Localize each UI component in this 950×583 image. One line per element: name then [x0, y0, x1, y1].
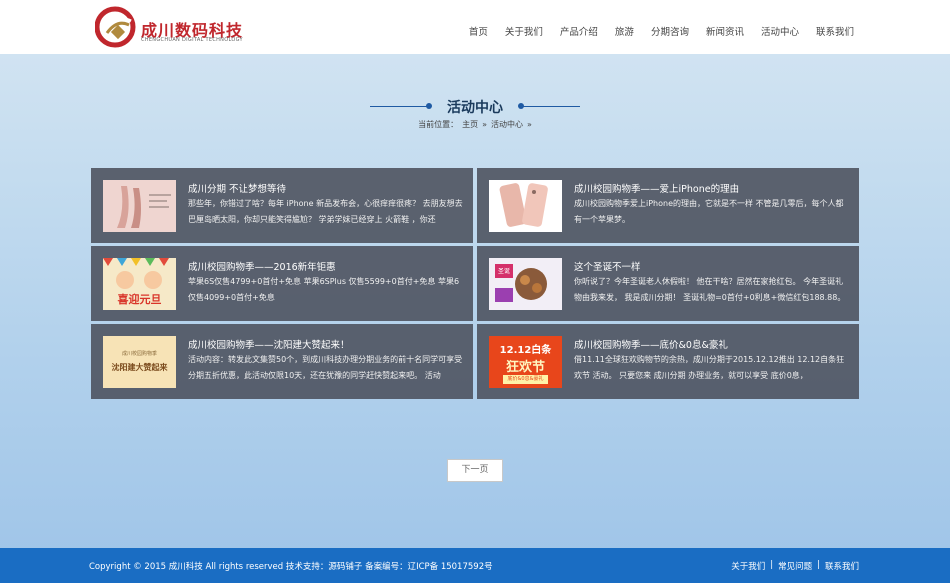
- heading-line-right: [522, 106, 580, 107]
- main-nav: 首页 关于我们 产品介绍 旅游 分期咨询 新闻资讯 活动中心 联系我们: [469, 24, 854, 38]
- thumb-top-caption: 12.12白条: [499, 345, 552, 356]
- site-footer: Copyright © 2015 成川科技 All rights reserve…: [0, 548, 950, 583]
- ballet-shoes-image[interactable]: [103, 180, 176, 232]
- event-summary: 成川校园购物季爱上iPhone的理由，它就是不一样 不管是几零后，每个人都有一个…: [574, 199, 844, 224]
- thumb-caption: 狂欢节: [505, 360, 545, 375]
- iphone-icon: [489, 180, 562, 232]
- double-twelve-image[interactable]: 12.12白条 狂欢节 底价&0息&豪礼: [489, 336, 562, 388]
- heading-dot-left-icon: [426, 103, 432, 109]
- footer-separator: |: [770, 560, 774, 570]
- breadcrumb-separator: »: [527, 120, 532, 129]
- event-title[interactable]: 成川分期 不让梦想等待: [188, 181, 463, 195]
- christmas-image[interactable]: 圣诞: [489, 258, 562, 310]
- copyright-text: Copyright © 2015 成川科技 All rights reserve…: [89, 562, 493, 572]
- nav-item-about[interactable]: 关于我们: [505, 24, 543, 38]
- event-list: 成川分期 不让梦想等待 那些年，你错过了啥？每年 iPhone 新品发布会，心很…: [91, 168, 859, 400]
- section-heading: 活动中心: [370, 95, 580, 119]
- event-summary: 借11.11全球狂欢购物节的余热，成川分期于2015.12.12推出 12.12…: [574, 355, 845, 380]
- breadcrumb-current-link[interactable]: 活动中心: [491, 120, 523, 129]
- event-card[interactable]: 成川分期 不让梦想等待 那些年，你错过了啥？每年 iPhone 新品发布会，心很…: [91, 168, 473, 243]
- nav-item-products[interactable]: 产品介绍: [560, 24, 598, 38]
- thumb-caption: 沈阳建大赞起来: [111, 363, 168, 372]
- nav-item-news[interactable]: 新闻资讯: [706, 24, 744, 38]
- event-card[interactable]: 成川校园购物季——爱上iPhone的理由 成川校园购物季爱上iPhone的理由，…: [477, 168, 859, 243]
- heading-line-left: [370, 106, 428, 107]
- brand-name-en: CHENGCHUAN DIGITAL TECHNOLOGY: [141, 37, 243, 43]
- event-summary: 活动内容：转发此文集赞50个，到成川科技办理分期业务的前十名同学可享受分期五折优…: [188, 355, 463, 380]
- nav-item-contact[interactable]: 联系我们: [816, 24, 854, 38]
- nav-item-travel[interactable]: 旅游: [615, 24, 634, 38]
- footer-links: 关于我们 | 常见问题 | 联系我们: [731, 560, 859, 572]
- thumb-caption: 圣诞: [497, 268, 510, 275]
- site-header: 成川数码科技 CHENGCHUAN DIGITAL TECHNOLOGY 首页 …: [0, 0, 950, 54]
- event-title[interactable]: 这个圣诞不一样: [574, 259, 849, 273]
- next-page-button[interactable]: 下一页: [447, 459, 503, 482]
- shenyang-jianda-image[interactable]: 成川校园购物季 沈阳建大赞起来: [103, 336, 176, 388]
- breadcrumb-home-link[interactable]: 主页: [462, 120, 478, 129]
- thumb-bottom-caption: 底价&0息&豪礼: [503, 375, 548, 384]
- nav-item-installment[interactable]: 分期咨询: [651, 24, 689, 38]
- event-title[interactable]: 成川校园购物季——爱上iPhone的理由: [574, 181, 849, 195]
- event-card[interactable]: 12.12白条 狂欢节 底价&0息&豪礼 成川校园购物季——底价&0息&豪礼 借…: [477, 324, 859, 399]
- thumb-top-caption: 成川校园购物季: [121, 351, 157, 357]
- event-summary: 那些年，你错过了啥？每年 iPhone 新品发布会，心很痒痒很疼？ 去朋友想去 …: [188, 199, 463, 224]
- event-title[interactable]: 成川校园购物季——2016新年钜惠: [188, 259, 463, 273]
- event-title[interactable]: 成川校园购物季——沈阳建大赞起来！: [188, 337, 463, 351]
- breadcrumb-separator: »: [482, 120, 487, 129]
- footer-link-about[interactable]: 关于我们: [731, 560, 765, 572]
- iphone-image[interactable]: [489, 180, 562, 232]
- nav-item-events[interactable]: 活动中心: [761, 24, 799, 38]
- page-title: 活动中心: [447, 100, 503, 116]
- footer-link-faq[interactable]: 常见问题: [778, 560, 812, 572]
- breadcrumb-prefix: 当前位置：: [418, 120, 459, 129]
- footer-link-contact[interactable]: 联系我们: [825, 560, 859, 572]
- event-card[interactable]: 成川校园购物季 沈阳建大赞起来 成川校园购物季——沈阳建大赞起来！ 活动内容：转…: [91, 324, 473, 399]
- breadcrumb: 当前位置： 主页 » 活动中心 »: [0, 119, 950, 130]
- event-card[interactable]: 喜迎元旦 成川校园购物季——2016新年钜惠 苹果6S仅售4799+0首付+免息…: [91, 246, 473, 321]
- logo-mark-icon: [95, 6, 136, 48]
- nav-item-home[interactable]: 首页: [469, 24, 488, 38]
- event-card[interactable]: 圣诞 这个圣诞不一样 你听说了？今年圣诞老人休假啦！ 他在干啥？居然在家抢红包。…: [477, 246, 859, 321]
- event-title[interactable]: 成川校园购物季——底价&0息&豪礼: [574, 337, 849, 351]
- footer-separator: |: [817, 560, 820, 570]
- event-summary: 苹果6S仅售4799+0首付+免息 苹果6SPlus 仅售5599+0首付+免息…: [188, 277, 460, 302]
- event-summary: 你听说了？今年圣诞老人休假啦！ 他在干啥？居然在家抢红包。 今年圣诞礼物由我来发…: [574, 277, 846, 302]
- thumb-caption: 喜迎元旦: [117, 293, 162, 306]
- new-year-image[interactable]: 喜迎元旦: [103, 258, 176, 310]
- logo[interactable]: 成川数码科技 CHENGCHUAN DIGITAL TECHNOLOGY: [95, 5, 243, 49]
- ballet-shoes-icon: [103, 180, 176, 232]
